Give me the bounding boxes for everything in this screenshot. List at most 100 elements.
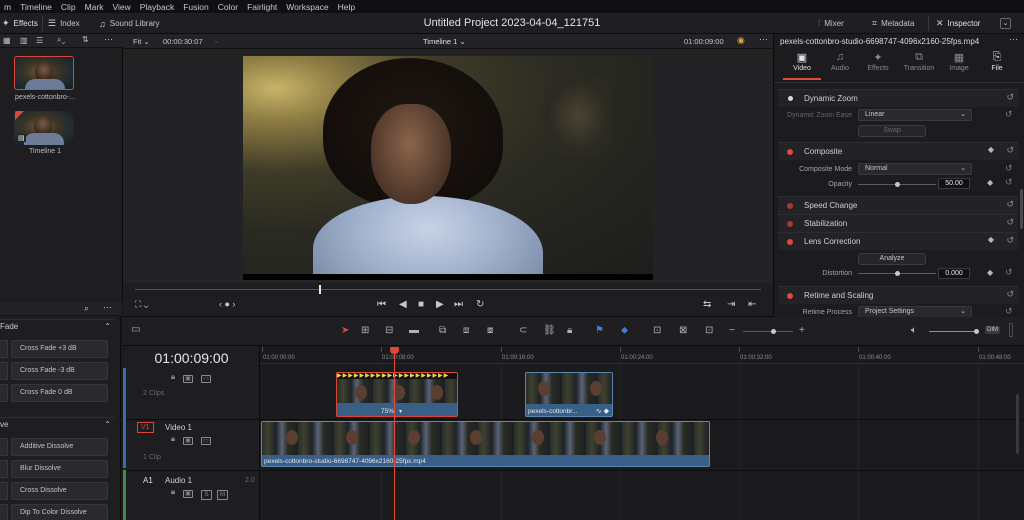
stop-icon[interactable]: ■ — [418, 299, 424, 310]
dynamic-trim-icon[interactable]: ⊟ — [385, 325, 393, 336]
section-speed-change[interactable]: Speed Change ↺ — [778, 196, 1018, 214]
menu-playback[interactable]: Playback — [136, 2, 180, 12]
effects-group-header[interactable]: ve ⌃ — [0, 417, 115, 431]
distortion-slider-knob[interactable] — [895, 271, 900, 276]
reset-icon[interactable]: ↺ — [1006, 289, 1014, 300]
menu-timeline[interactable]: Timeline — [16, 2, 57, 12]
tab-audio[interactable]: ♫ Audio — [821, 51, 859, 72]
go-to-end-icon[interactable]: ⏭ — [454, 299, 463, 310]
search-icon[interactable]: ⌕ — [84, 303, 89, 314]
zoom-out-icon[interactable]: − — [729, 325, 735, 336]
menu-workspace[interactable]: Workspace — [282, 2, 333, 12]
track-destination-v1[interactable]: V1 — [137, 422, 154, 433]
auto-select-icon[interactable]: ▣ — [183, 490, 193, 498]
reset-icon[interactable]: ↺ — [1006, 199, 1014, 210]
track-visibility-icon[interactable]: ▭ — [201, 375, 211, 383]
loop-icon[interactable]: ↻ — [476, 299, 484, 310]
zoom-slider-knob[interactable] — [771, 329, 776, 334]
tab-video[interactable]: ▣ Video — [783, 51, 821, 72]
timeline-clip-v2-2[interactable]: pexels-cottonbr... ∿ ◆ — [525, 372, 613, 417]
reset-icon[interactable]: ↺ — [1005, 109, 1013, 120]
enable-dot-icon[interactable] — [787, 149, 793, 155]
more-options-icon[interactable]: ⋯ — [103, 302, 112, 313]
keyframe-icon[interactable]: ◆ — [988, 145, 994, 154]
search-icon[interactable]: ⌕⌄ — [57, 35, 65, 45]
reset-icon[interactable]: ↺ — [1005, 177, 1013, 188]
metadata-button[interactable]: ⌗ Metadata — [872, 13, 914, 34]
enable-dot-icon[interactable] — [787, 221, 793, 227]
effect-item[interactable]: Additive Dissolve — [11, 438, 108, 456]
marker-icon[interactable]: ⬥ — [621, 325, 628, 336]
thumbnail-view-icon[interactable]: ▥ — [20, 36, 28, 45]
auto-select-icon[interactable]: ▣ — [183, 437, 193, 445]
flag-icon[interactable]: ⚑ — [595, 325, 604, 336]
effect-item[interactable]: Dip To Color Dissolve — [11, 504, 108, 520]
jog-control-icon[interactable]: ‹ ● › — [219, 299, 235, 309]
opacity-value[interactable]: 50.00 — [938, 178, 970, 189]
menu-fusion[interactable]: Fusion — [179, 2, 214, 12]
blade-tool-icon[interactable]: ▬ — [409, 325, 419, 336]
insert-clip-icon[interactable]: ⧉ — [439, 325, 446, 336]
menu-mark[interactable]: Mark — [81, 2, 109, 12]
timeline-scrollbar[interactable] — [1016, 394, 1019, 454]
match-frame-icon[interactable]: ⇆ — [703, 299, 711, 310]
layout-icon[interactable]: ▭ — [131, 324, 140, 335]
effects-group-header[interactable]: Fade ⌃ — [0, 319, 115, 333]
section-lens-correction[interactable]: Lens Correction ◆ ↺ — [778, 232, 1018, 250]
reset-icon[interactable]: ↺ — [1005, 306, 1013, 317]
scrub-track[interactable] — [135, 289, 761, 290]
overwrite-clip-icon[interactable]: ⧈ — [463, 325, 469, 336]
enable-dot-icon[interactable] — [787, 239, 793, 245]
tab-file[interactable]: ⎘ File — [978, 51, 1016, 72]
timeline-playhead[interactable] — [394, 352, 395, 520]
timeline-tracks[interactable]: ▶▶▶▶▶▶▶▶▶▶▶▶▶▶▶▶▶▶▶▶ 75% ▾ pexels-cotton… — [260, 364, 1024, 520]
list-view-icon[interactable]: ☰ — [36, 36, 43, 45]
reset-icon[interactable]: ↺ — [1006, 217, 1014, 228]
zoom-detail-icon[interactable]: ⊠ — [679, 325, 687, 336]
scrub-playhead[interactable] — [319, 285, 321, 294]
menu-view[interactable]: View — [108, 2, 135, 12]
fit-zoom-dropdown[interactable]: Fit ⌄ — [133, 37, 150, 46]
sort-icon[interactable]: ⇅ — [82, 35, 89, 44]
zoom-slider[interactable] — [743, 331, 793, 332]
keyframe-icon[interactable]: ◆ — [987, 268, 993, 277]
snapping-icon[interactable]: ⊂ — [519, 325, 527, 336]
lock-icon[interactable]: 🔒︎ — [168, 373, 178, 382]
menu-help[interactable]: Help — [334, 2, 360, 12]
keyframe-icon[interactable]: ◆ — [987, 178, 993, 187]
dim-button[interactable]: DIM — [985, 326, 1000, 334]
effect-item[interactable]: Cross Fade 0 dB — [11, 384, 108, 402]
grid-view-icon[interactable]: ▦ — [3, 36, 11, 45]
inspector-button[interactable]: ✕ Inspector — [936, 13, 980, 34]
previous-clip-icon[interactable]: ⇤ — [748, 299, 756, 310]
swap-button[interactable]: Swap — [858, 125, 926, 137]
viewer-mode-icon[interactable]: ⛶ ⌄ — [135, 299, 149, 310]
section-stabilization[interactable]: Stabilization ↺ — [778, 214, 1018, 232]
analyze-button[interactable]: Analyze — [858, 253, 926, 265]
menu-item[interactable]: m — [0, 2, 16, 12]
enable-dot-icon[interactable] — [787, 293, 793, 299]
mute-button[interactable]: M — [217, 490, 228, 500]
lock-icon[interactable]: 🔒︎ — [168, 435, 178, 444]
color-wheel-icon[interactable]: ◉ — [737, 35, 745, 46]
zoom-custom-icon[interactable]: ⊡ — [705, 325, 713, 336]
timeline-clip-v2-1[interactable]: ▶▶▶▶▶▶▶▶▶▶▶▶▶▶▶▶▶▶▶▶ 75% ▾ — [336, 372, 458, 417]
timeline-ruler[interactable]: 01:00:00:00 01:00:08:00 01:00:16:00 01:0… — [260, 346, 1024, 364]
effects-button[interactable]: ✦ Effects — [2, 13, 38, 34]
solo-button[interactable]: S — [201, 490, 212, 500]
timeline-name-dropdown[interactable]: Timeline 1 ⌄ — [423, 37, 466, 46]
selection-tool-icon[interactable]: ➤ — [341, 325, 349, 336]
media-clip-thumbnail[interactable] — [14, 56, 74, 90]
tab-transition[interactable]: ⧉ Transition — [900, 51, 938, 72]
section-composite[interactable]: Composite ◆ ↺ — [778, 142, 1018, 160]
auto-select-icon[interactable]: ▣ — [183, 375, 193, 383]
zoom-in-icon[interactable]: + — [799, 325, 805, 336]
retime-curve-icon[interactable]: ∿ ◆ — [596, 407, 609, 415]
chevron-down-icon[interactable]: ⌄ — [213, 36, 220, 45]
zoom-full-icon[interactable]: ⊡ — [653, 325, 661, 336]
reset-icon[interactable]: ↺ — [1006, 235, 1014, 246]
toggle-dot-icon[interactable] — [788, 96, 793, 101]
lock-icon[interactable]: 🔒︎ — [567, 325, 572, 336]
viewer-scrubber[interactable] — [123, 283, 773, 295]
section-retime-scaling[interactable]: Retime and Scaling ↺ — [778, 286, 1018, 304]
